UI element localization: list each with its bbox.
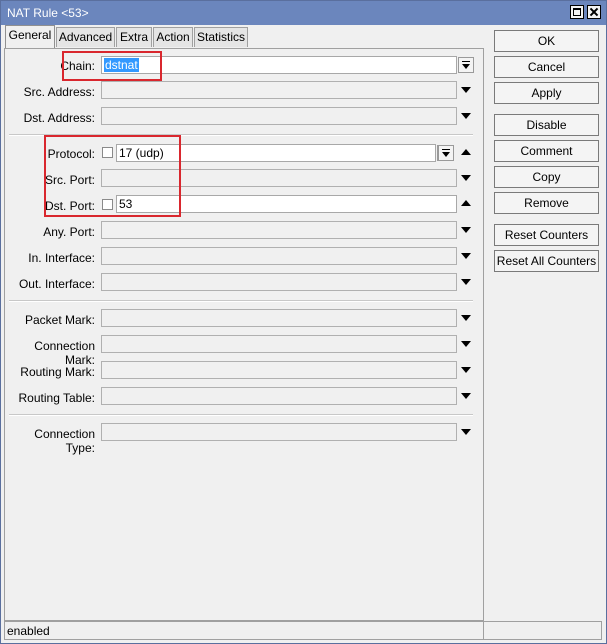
out-interface-field[interactable]: [101, 273, 457, 291]
apply-button[interactable]: Apply: [494, 82, 599, 104]
packet-mark-field[interactable]: [101, 309, 457, 327]
connection-mark-label: Connection Mark:: [34, 339, 95, 367]
nat-rule-window: NAT Rule <53> General Advanced Extra Act…: [0, 0, 607, 644]
routing-table-field[interactable]: [101, 387, 457, 405]
chain-highlight-box: [62, 51, 162, 81]
any-port-field[interactable]: [101, 221, 457, 239]
window-title: NAT Rule <53>: [7, 6, 89, 20]
disable-button[interactable]: Disable: [494, 114, 599, 136]
src-port-expand-icon[interactable]: [461, 175, 471, 181]
routing-mark-label: Routing Mark:: [20, 365, 95, 379]
reset-all-counters-button[interactable]: Reset All Counters: [494, 250, 599, 272]
dst-address-field[interactable]: [101, 107, 457, 125]
dst-port-collapse-icon[interactable]: [461, 200, 471, 206]
out-interface-expand-icon[interactable]: [461, 279, 471, 285]
comment-button[interactable]: Comment: [494, 140, 599, 162]
any-port-expand-icon[interactable]: [461, 227, 471, 233]
src-address-field[interactable]: [101, 81, 457, 99]
tab-extra[interactable]: Extra: [116, 27, 152, 47]
connection-type-label: Connection Type:: [34, 427, 95, 455]
connection-mark-expand-icon[interactable]: [461, 341, 471, 347]
protocol-port-highlight-box: [44, 135, 181, 217]
tab-action[interactable]: Action: [153, 27, 193, 47]
protocol-collapse-icon[interactable]: [461, 149, 471, 155]
connection-type-field[interactable]: [101, 423, 457, 441]
connection-mark-field[interactable]: [101, 335, 457, 353]
separator: [9, 300, 473, 302]
close-icon[interactable]: [587, 5, 601, 19]
connection-type-expand-icon[interactable]: [461, 429, 471, 435]
dst-address-label: Dst. Address:: [23, 111, 95, 125]
packet-mark-label: Packet Mark:: [24, 313, 95, 327]
routing-mark-field[interactable]: [101, 361, 457, 379]
tab-statistics[interactable]: Statistics: [194, 27, 248, 47]
in-interface-label: In. Interface:: [28, 251, 95, 265]
packet-mark-expand-icon[interactable]: [461, 315, 471, 321]
out-interface-label: Out. Interface:: [18, 277, 95, 291]
any-port-label: Any. Port:: [43, 225, 95, 239]
in-interface-expand-icon[interactable]: [461, 253, 471, 259]
tab-general[interactable]: General: [5, 25, 55, 48]
ok-button[interactable]: OK: [494, 30, 599, 52]
src-address-expand-icon[interactable]: [461, 87, 471, 93]
cancel-button[interactable]: Cancel: [494, 56, 599, 78]
title-bar[interactable]: NAT Rule <53>: [1, 1, 606, 25]
status-text: enabled: [7, 624, 50, 638]
reset-counters-button[interactable]: Reset Counters: [494, 224, 599, 246]
routing-table-expand-icon[interactable]: [461, 393, 471, 399]
status-divider: [483, 622, 484, 639]
dst-address-expand-icon[interactable]: [461, 113, 471, 119]
separator: [9, 414, 473, 416]
protocol-dropdown-button[interactable]: [438, 145, 454, 161]
copy-button[interactable]: Copy: [494, 166, 599, 188]
in-interface-field[interactable]: [101, 247, 457, 265]
remove-button[interactable]: Remove: [494, 192, 599, 214]
routing-mark-expand-icon[interactable]: [461, 367, 471, 373]
src-address-label: Src. Address:: [23, 85, 95, 99]
restore-icon[interactable]: [570, 5, 584, 19]
status-bar: enabled: [4, 621, 602, 640]
chain-dropdown-button[interactable]: [458, 57, 474, 73]
tab-advanced[interactable]: Advanced: [56, 27, 115, 47]
routing-table-label: Routing Table:: [18, 391, 96, 405]
